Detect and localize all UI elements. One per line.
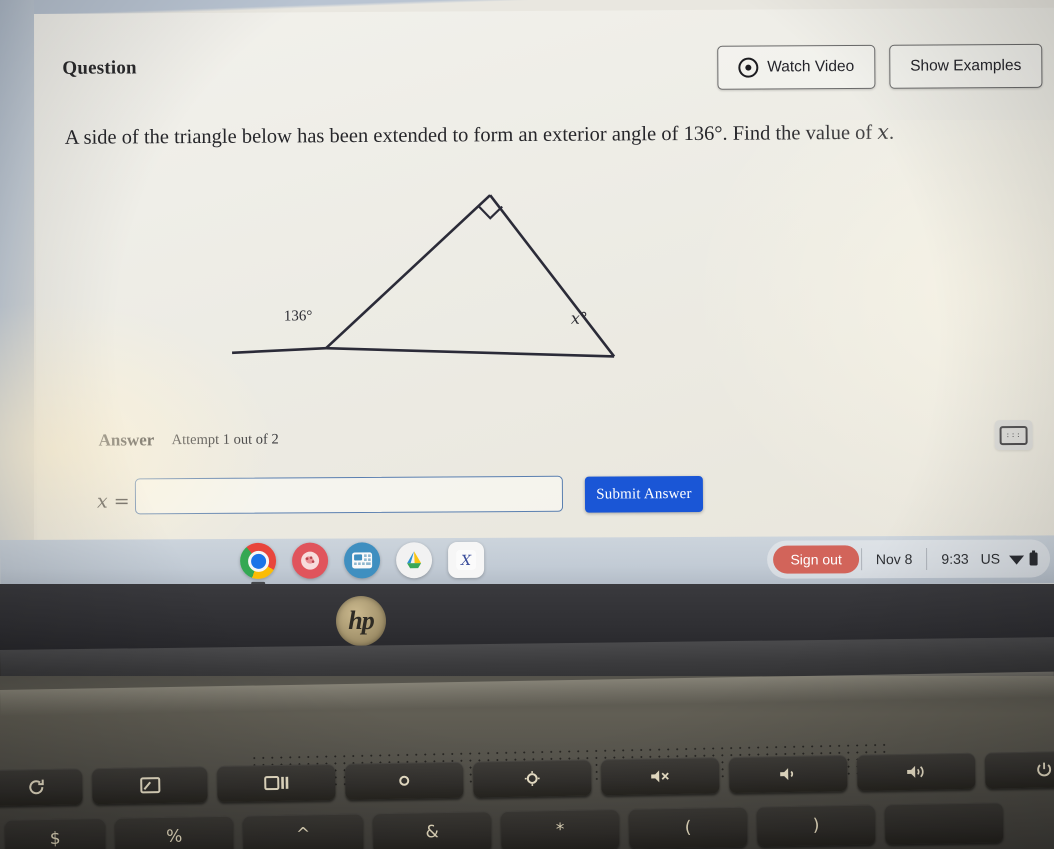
mute-key[interactable] [600,757,720,796]
unknown-angle-label: x° [570,308,588,328]
question-text-part3: . [888,121,895,144]
question-text-part1: A side of the triangle below has been ex… [64,123,684,149]
tray-divider-1 [860,548,862,571]
triangle-base [326,346,615,358]
tray-locale[interactable]: US [981,551,1005,567]
watch-video-button[interactable]: Watch Video [717,44,876,90]
exterior-angle-label: 136° [283,308,313,325]
calculator-icon [352,552,373,569]
shelf-item-calculator[interactable] [344,542,381,579]
tray-divider-2 [926,547,928,570]
shelf-app-list: X [240,541,485,585]
attempt-counter: Attempt 1 out of 2 [171,431,279,449]
watch-video-label: Watch Video [767,57,855,76]
overview-key[interactable] [216,763,336,803]
sign-out-button[interactable]: Sign out [773,545,859,574]
record-play-icon [738,57,759,78]
submit-answer-button[interactable]: Submit Answer [584,475,704,513]
dollar-key[interactable]: $ [4,818,106,849]
mute-icon [651,770,669,783]
brain-icon [301,551,320,570]
volume-down-key[interactable] [728,755,848,794]
show-examples-button[interactable]: Show Examples [889,43,1043,89]
google-drive-icon [407,551,422,569]
brightness-up-icon [524,771,540,786]
question-variable: x [877,119,889,144]
answer-input[interactable] [134,475,564,515]
svg-text:X: X [460,553,472,569]
x-app-icon: X [456,549,477,570]
close-paren-key[interactable]: ) [756,804,876,847]
volume-down-icon [780,768,794,781]
answer-heading: Answer [98,430,155,450]
caret-key[interactable]: ^ [242,813,364,849]
number-row: $ % ^ & * ( ) [4,802,1004,849]
laptop-photo: Question Watch Video Show Examples A sid… [0,0,1054,849]
battery-icon[interactable] [1029,550,1044,566]
chromebook-screen: Question Watch Video Show Examples A sid… [0,0,1054,588]
question-card: Question Watch Video Show Examples A sid… [34,7,1054,544]
open-paren-key[interactable]: ( [628,806,748,849]
fullscreen-key[interactable] [91,766,208,805]
asterisk-key[interactable]: * [500,809,620,849]
ampersand-key[interactable]: & [372,811,492,849]
volume-up-key[interactable] [856,752,976,791]
shelf-item-x-app[interactable]: X [448,541,485,579]
power-key[interactable] [984,750,1054,789]
keypad-toggle-button[interactable]: ::: [994,419,1033,451]
question-toolbar: Watch Video Show Examples [717,43,1043,90]
extra-key[interactable] [884,802,1004,845]
shelf-item-chrome[interactable] [240,542,277,585]
brightness-down-key[interactable] [344,761,464,800]
screen-left-edge [0,0,34,558]
triangle-figure: 136° x° [225,180,686,388]
chromeos-shelf: X Sign out Nov 8 9:33 US [0,535,1054,588]
show-examples-label: Show Examples [910,56,1022,75]
shelf-item-google-drive[interactable] [396,542,433,579]
system-tray[interactable]: Sign out Nov 8 9:33 US [767,539,1051,579]
brightness-up-key[interactable] [472,759,592,798]
question-text: A side of the triangle below has been ex… [65,118,1005,152]
triangle-right-side [489,194,616,358]
fullscreen-icon [139,777,160,794]
question-angle-value: 136° [683,122,723,146]
power-icon [1037,762,1052,777]
shelf-item-education-app[interactable] [292,542,329,579]
brightness-down-icon [399,775,410,786]
wifi-icon[interactable] [1004,552,1029,565]
refresh-icon [29,779,44,795]
refresh-key[interactable] [0,768,83,806]
answer-variable-prefix: x = [96,490,130,513]
extended-base-ray [232,346,327,355]
triangle-left-side [325,194,492,350]
hp-logo: hp [336,596,386,646]
question-text-part2: . Find the value of [722,121,878,145]
keypad-icon: ::: [999,425,1028,445]
tray-clock[interactable]: 9:33 [929,551,980,567]
volume-up-icon [907,765,924,778]
page-title: Question [62,57,137,79]
overview-icon [264,775,289,791]
percent-key[interactable]: % [114,815,234,849]
tray-date[interactable]: Nov 8 [864,551,925,567]
